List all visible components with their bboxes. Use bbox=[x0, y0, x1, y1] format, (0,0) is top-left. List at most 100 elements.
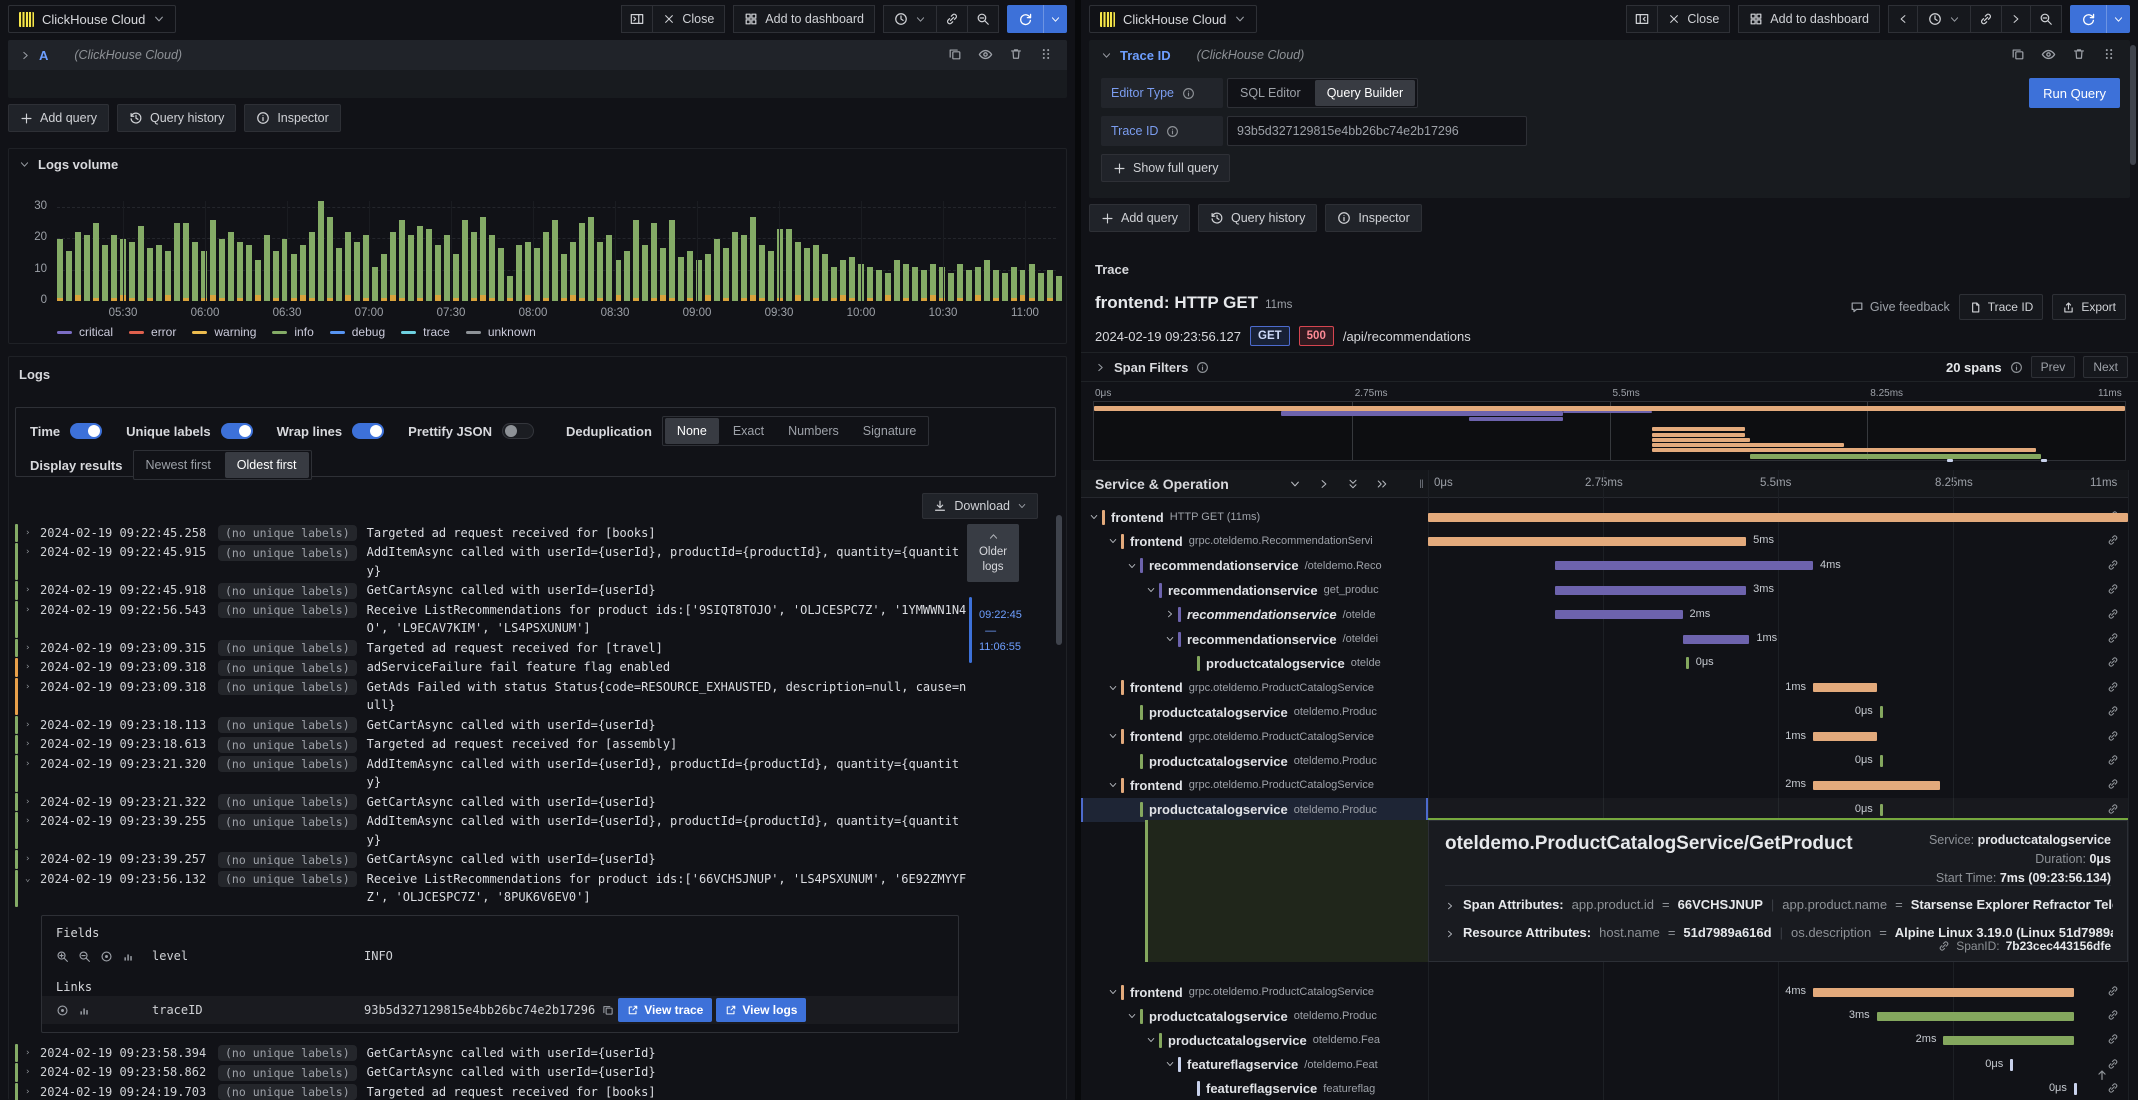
add-to-dashboard-button[interactable]: Add to dashboard bbox=[733, 5, 875, 33]
volume-bar[interactable] bbox=[534, 247, 540, 301]
volume-bar[interactable] bbox=[921, 269, 927, 301]
wrap-lines-toggle[interactable] bbox=[352, 423, 385, 439]
span-duration-bar[interactable] bbox=[1813, 987, 2074, 997]
volume-bar[interactable] bbox=[804, 247, 810, 301]
toggle-query-visibility-icon[interactable] bbox=[2041, 47, 2056, 62]
volume-bar[interactable] bbox=[93, 222, 99, 301]
volume-bar[interactable] bbox=[57, 238, 63, 301]
prev-span-button[interactable]: Prev bbox=[2030, 356, 2076, 378]
volume-bar[interactable] bbox=[714, 238, 720, 301]
span-duration-bar[interactable] bbox=[1555, 610, 1683, 620]
order-option-newest-first[interactable]: Newest first bbox=[134, 452, 223, 478]
next-span-button[interactable]: Next bbox=[2083, 356, 2128, 378]
span-row[interactable]: featureflagservice featureflag 0μs bbox=[1081, 1077, 2128, 1100]
legend-item-critical[interactable]: critical bbox=[57, 325, 113, 339]
dedup-option-none[interactable]: None bbox=[664, 418, 719, 444]
legend-item-debug[interactable]: debug bbox=[329, 325, 385, 339]
volume-bar[interactable] bbox=[66, 251, 72, 301]
volume-bar[interactable] bbox=[759, 244, 765, 301]
split-pane-icon-button[interactable] bbox=[621, 5, 654, 33]
volume-bar[interactable] bbox=[651, 222, 657, 301]
volume-bar[interactable] bbox=[849, 257, 855, 301]
span-name-cell[interactable]: frontend grpc.oteldemo.ProductCatalogServ… bbox=[1081, 980, 1428, 1004]
add-to-dashboard-button[interactable]: Add to dashboard bbox=[1738, 5, 1880, 33]
log-expand-chevron[interactable]: › bbox=[25, 850, 40, 868]
span-row[interactable]: recommendationservice/oteldemo.Reco 4ms bbox=[1081, 554, 2128, 578]
prettify-json-toggle[interactable] bbox=[501, 423, 534, 439]
volume-bar[interactable] bbox=[102, 244, 108, 301]
volume-bar[interactable] bbox=[255, 260, 261, 301]
span-row[interactable]: recommendationservice get_produc 3ms bbox=[1081, 578, 2128, 602]
volume-bar[interactable] bbox=[327, 216, 333, 301]
span-row[interactable]: productcatalogservice oteldemo.Produc 0μs bbox=[1081, 749, 2128, 773]
resource-attributes[interactable]: Resource Attributes: host.name = 51d7989a61… bbox=[1445, 925, 2113, 940]
volume-bar[interactable] bbox=[903, 263, 909, 301]
scroll-to-top-icon[interactable] bbox=[2095, 1068, 2109, 1082]
span-collapse-chevron[interactable] bbox=[1108, 983, 1121, 1001]
volume-bar[interactable] bbox=[1011, 266, 1017, 301]
volume-bar[interactable] bbox=[1029, 263, 1035, 301]
run-query-button[interactable]: Run Query bbox=[2029, 78, 2120, 108]
volume-bar[interactable] bbox=[687, 251, 693, 301]
volume-bar[interactable] bbox=[876, 269, 882, 301]
close-split-button[interactable]: Close bbox=[1657, 5, 1731, 33]
volume-bar[interactable] bbox=[678, 257, 684, 301]
volume-bar[interactable] bbox=[948, 272, 954, 301]
volume-bar[interactable] bbox=[75, 232, 81, 301]
span-row[interactable]: recommendationservice/otelde 2ms bbox=[1081, 603, 2128, 627]
toggle-query-visibility-icon[interactable] bbox=[978, 47, 993, 62]
volume-bar[interactable] bbox=[588, 216, 594, 301]
collapse-one-icon[interactable] bbox=[1289, 478, 1301, 490]
download-button[interactable]: Download bbox=[922, 493, 1038, 519]
query-row-trace-id[interactable]: Trace ID (ClickHouse Cloud) bbox=[1089, 40, 2130, 70]
time-toggle[interactable] bbox=[70, 423, 103, 439]
editor-option-query-builder[interactable]: Query Builder bbox=[1314, 80, 1416, 106]
volume-bar[interactable] bbox=[597, 241, 603, 301]
volume-bar[interactable] bbox=[660, 247, 666, 301]
span-name-cell[interactable]: featureflagservice/oteldemo.Feat bbox=[1081, 1053, 1428, 1077]
copy-query-icon[interactable] bbox=[2011, 47, 2025, 61]
log-row[interactable]: › 2024-02-19 09:23:09.315 (no unique label… bbox=[15, 638, 1041, 658]
volume-bar[interactable] bbox=[516, 244, 522, 301]
volume-bar[interactable] bbox=[156, 244, 162, 301]
volume-bar[interactable] bbox=[579, 222, 585, 301]
volume-bar[interactable] bbox=[552, 219, 558, 301]
expand-all-icon[interactable] bbox=[1376, 478, 1388, 490]
log-expand-chevron[interactable]: › bbox=[25, 755, 40, 773]
volume-bar[interactable] bbox=[219, 238, 225, 301]
inspector-button[interactable]: Inspector bbox=[244, 104, 341, 132]
span-duration-bar[interactable] bbox=[1428, 536, 1747, 546]
drag-handle-icon[interactable] bbox=[1039, 47, 1053, 61]
link-split-button[interactable] bbox=[1970, 5, 2002, 33]
volume-bar[interactable] bbox=[642, 244, 648, 301]
trace-id-input[interactable]: 93b5d327129815e4bb26bc74e2b17296 bbox=[1227, 116, 1527, 146]
span-name-cell[interactable]: frontend grpc.oteldemo.RecommendationServ… bbox=[1081, 529, 1428, 553]
span-name-cell[interactable]: recommendationservice get_produc bbox=[1081, 578, 1428, 602]
trace-id-button[interactable]: Trace ID bbox=[1958, 294, 2044, 320]
volume-bar[interactable] bbox=[1038, 272, 1044, 301]
log-expand-chevron[interactable]: › bbox=[25, 1063, 40, 1081]
volume-bar[interactable] bbox=[669, 219, 675, 301]
log-expand-chevron[interactable]: › bbox=[25, 812, 40, 830]
volume-bar[interactable] bbox=[939, 266, 945, 301]
volume-bar[interactable] bbox=[372, 266, 378, 301]
volume-bar[interactable] bbox=[435, 244, 441, 301]
time-picker-button[interactable] bbox=[883, 5, 937, 33]
span-name-cell[interactable]: recommendationservice/oteldei bbox=[1081, 627, 1428, 651]
span-collapse-chevron[interactable] bbox=[1108, 679, 1121, 697]
volume-bar[interactable] bbox=[885, 272, 891, 301]
close-split-button[interactable]: Close bbox=[652, 5, 726, 33]
volume-bar[interactable] bbox=[489, 235, 495, 301]
span-collapse-chevron[interactable] bbox=[1089, 508, 1102, 526]
span-duration-bar[interactable] bbox=[1813, 732, 1877, 742]
span-duration-bar[interactable] bbox=[1555, 561, 1813, 571]
span-row[interactable]: productcatalogservice oteldemo.Produc 0μs bbox=[1081, 700, 2128, 724]
volume-bar[interactable] bbox=[930, 263, 936, 301]
log-row[interactable]: › 2024-02-19 09:23:18.613 (no unique label… bbox=[15, 735, 1041, 755]
volume-bar[interactable] bbox=[84, 235, 90, 301]
span-duration-bar[interactable] bbox=[1813, 683, 1877, 693]
volume-bar[interactable] bbox=[381, 254, 387, 301]
volume-bar[interactable] bbox=[129, 241, 135, 301]
volume-bar[interactable] bbox=[183, 222, 189, 301]
span-collapse-chevron[interactable] bbox=[1146, 581, 1159, 599]
